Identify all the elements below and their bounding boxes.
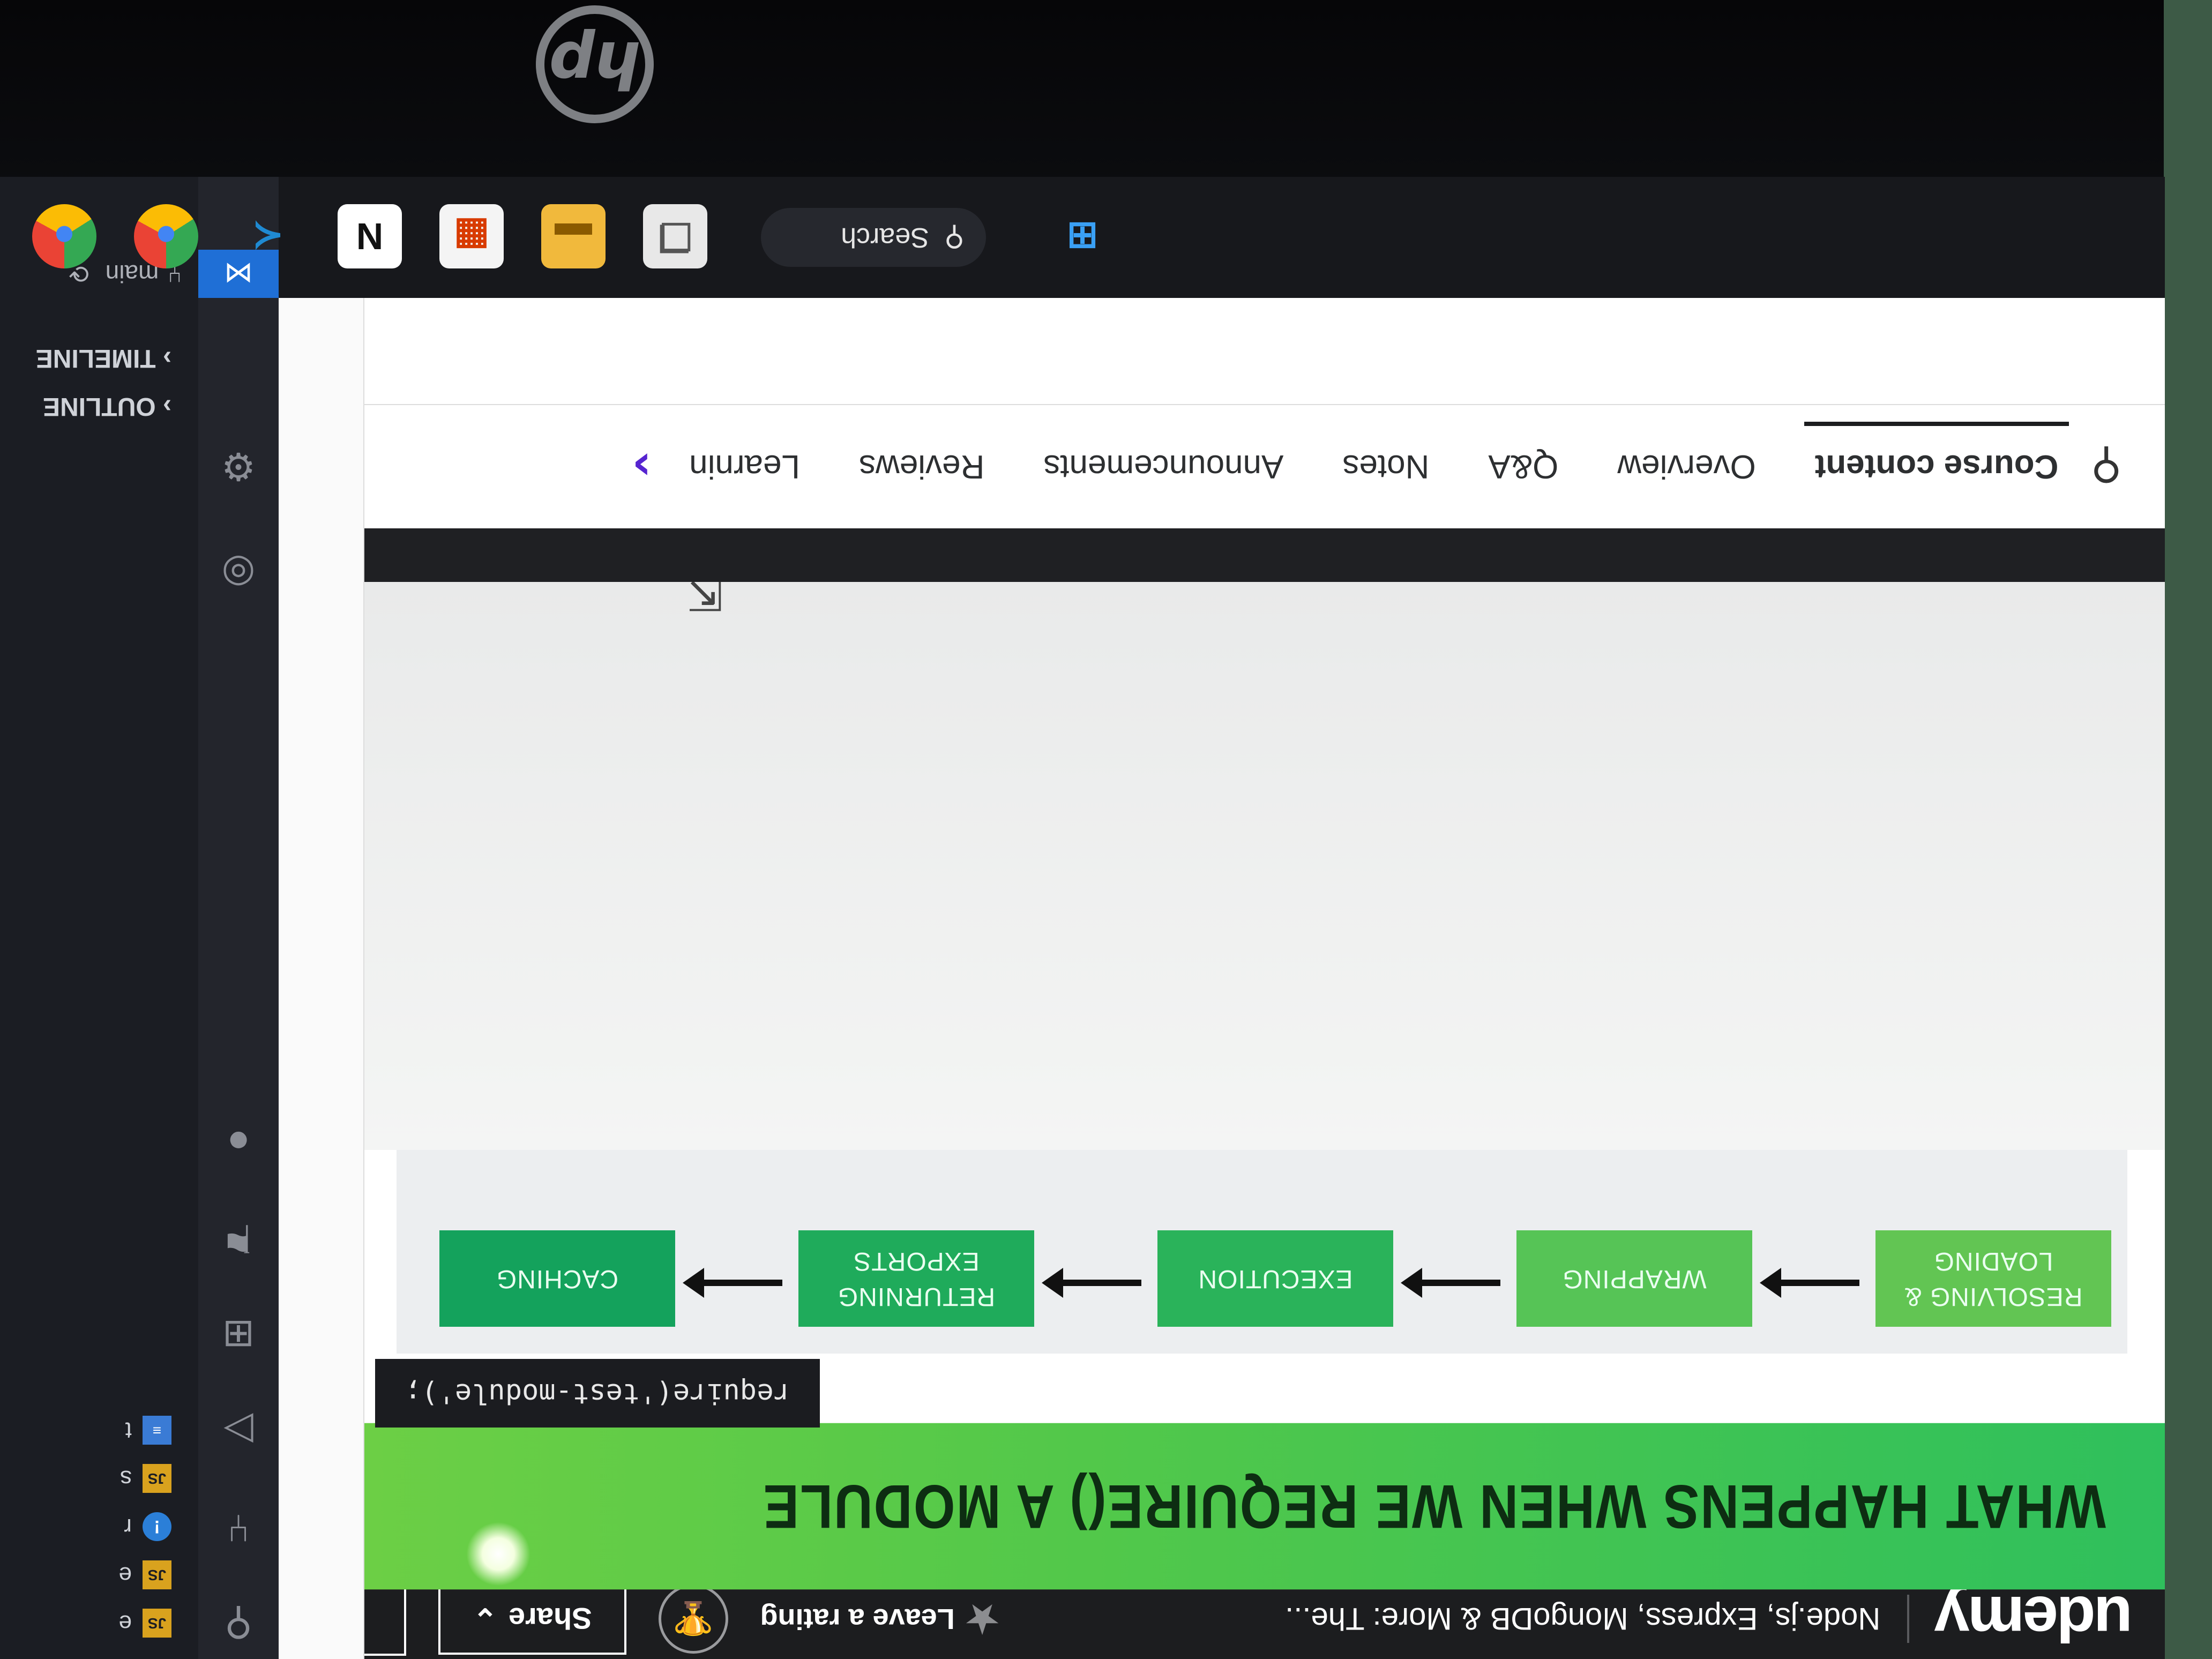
file-item[interactable]: JS e	[119, 1560, 171, 1589]
tab-announcements[interactable]: Announcements	[1043, 427, 1283, 507]
browser-window: udemy Node.js, Express, MongoDB & More: …	[278, 177, 2165, 1659]
file-name: e	[118, 1562, 132, 1588]
flow-step-caching: CACHING	[439, 1230, 675, 1327]
info-file-icon: !	[143, 1512, 171, 1541]
star-icon: ★	[965, 1598, 999, 1640]
leave-rating-button[interactable]: ★ Leave a rating	[760, 1597, 999, 1641]
text-file-icon: ≡	[143, 1416, 171, 1445]
file-item[interactable]: ≡ t	[125, 1416, 171, 1445]
chrome-icon[interactable]: ●	[134, 204, 198, 268]
outline-label: OUTLINE	[43, 392, 156, 421]
vscode-explorer: JS e JS e ! r JS s ≡ t › OUTLINE › TIMEL…	[0, 177, 193, 1659]
microsoft-store-icon[interactable]: ▦	[439, 204, 504, 268]
taskbar-search[interactable]: ⚲ Search	[761, 208, 986, 267]
leave-rating-label: Leave a rating	[760, 1603, 955, 1635]
chevron-right-icon[interactable]: ›	[632, 439, 652, 495]
video-player[interactable]: ⇱	[364, 571, 2165, 1150]
file-name: t	[125, 1417, 132, 1444]
tab-notes[interactable]: Notes	[1342, 427, 1429, 507]
windows-taskbar: ⊞ ⚲ Search ❐ ▬ ▦ N ≺ ● ●	[32, 177, 2165, 298]
udemy-header: udemy Node.js, Express, MongoDB & More: …	[279, 1579, 2165, 1659]
file-item[interactable]: JS s	[120, 1464, 171, 1493]
screen-glare	[466, 1522, 530, 1586]
timeline-section[interactable]: › TIMELINE	[36, 343, 171, 373]
file-item[interactable]: JS e	[119, 1609, 171, 1638]
file-name: r	[124, 1514, 132, 1540]
file-name: s	[120, 1466, 132, 1492]
file-name: e	[118, 1610, 132, 1636]
header-actions: ★ Leave a rating 🏆 Share ⌄ ⋮	[311, 1582, 999, 1656]
search-icon[interactable]: ⚲	[2090, 442, 2122, 492]
account-icon[interactable]: ◎	[214, 550, 263, 598]
github-icon[interactable]: ●	[214, 1118, 263, 1166]
flow-arrow	[1420, 1280, 1500, 1286]
flow-arrow	[1779, 1280, 1859, 1286]
vscode-window: ⚲ ⑂ ▷ ⊞ ⚑ ● ◎ ⚙ JS e JS e ! r JS s ≡ t ›…	[0, 177, 279, 1659]
vscode-activity-bar: ⚲ ⑂ ▷ ⊞ ⚑ ● ◎ ⚙	[198, 177, 279, 1659]
laptop-screen: udemy Node.js, Express, MongoDB & More: …	[0, 177, 2165, 1659]
tab-qa[interactable]: Q&A	[1488, 427, 1558, 507]
task-view-icon[interactable]: ❐	[643, 204, 707, 268]
require-flow-diagram: RESOLVING & LOADING WRAPPING EXECUTION R…	[397, 1150, 2127, 1354]
course-tabs: ⚲ Course content Overview Q&A Notes Anno…	[364, 404, 2165, 528]
browser-scrollbar[interactable]	[278, 177, 364, 1659]
remote-explorer-icon[interactable]: ⚑	[214, 1214, 263, 1262]
file-explorer-icon[interactable]: ▬	[541, 204, 606, 268]
flow-step-execution: EXECUTION	[1157, 1230, 1393, 1327]
run-debug-icon[interactable]: ▷	[214, 1407, 263, 1455]
tab-overview[interactable]: Overview	[1617, 427, 1755, 507]
background-edge	[2164, 0, 2212, 1659]
search-icon[interactable]: ⚲	[214, 1600, 263, 1648]
hp-logo: hp	[536, 5, 654, 123]
js-file-icon: JS	[143, 1464, 171, 1493]
outline-section[interactable]: › OUTLINE	[43, 392, 171, 421]
chrome-profile-icon[interactable]: ●	[32, 204, 96, 268]
progress-trophy-icon[interactable]: 🏆	[658, 1584, 728, 1654]
udemy-logo[interactable]: udemy	[1936, 1582, 2133, 1656]
flow-arrow	[702, 1280, 782, 1286]
settings-gear-icon[interactable]: ⚙	[214, 443, 263, 491]
vscode-icon[interactable]: ≺	[236, 204, 300, 268]
search-icon: ⚲	[944, 222, 965, 253]
flow-arrow	[1061, 1280, 1141, 1286]
js-file-icon: JS	[143, 1560, 171, 1589]
share-button[interactable]: Share ⌄	[438, 1583, 626, 1655]
source-control-icon[interactable]: ⑂	[214, 1504, 263, 1552]
tab-learning-tools[interactable]: Learnin	[689, 427, 800, 507]
code-snippet: require('test-module');	[375, 1359, 820, 1428]
video-control-bar[interactable]	[364, 528, 2165, 582]
tab-reviews[interactable]: Reviews	[859, 427, 984, 507]
timeline-label: TIMELINE	[35, 344, 156, 372]
chevron-down-icon: ⌄	[473, 1602, 498, 1636]
taskbar-search-label: Search	[841, 222, 929, 253]
windows-start-icon[interactable]: ⊞	[1050, 204, 1115, 268]
header-divider	[1907, 1595, 1910, 1643]
file-item[interactable]: ! r	[124, 1512, 171, 1541]
flow-step-returning-exports: RETURNING EXPORTS	[798, 1230, 1034, 1327]
flow-step-resolving: RESOLVING & LOADING	[1875, 1230, 2111, 1327]
share-label: Share	[508, 1602, 592, 1636]
js-file-icon: JS	[143, 1609, 171, 1638]
flow-step-wrapping: WRAPPING	[1516, 1230, 1752, 1327]
tab-course-content[interactable]: Course content	[1815, 427, 2059, 507]
course-title[interactable]: Node.js, Express, MongoDB & More: The...	[1285, 1601, 1880, 1637]
notion-icon[interactable]: N	[338, 204, 402, 268]
extensions-icon[interactable]: ⊞	[214, 1311, 263, 1359]
slide-title: WHAT HAPPENS WHEN WE REQUIRE() A MODULE	[364, 1423, 2165, 1590]
